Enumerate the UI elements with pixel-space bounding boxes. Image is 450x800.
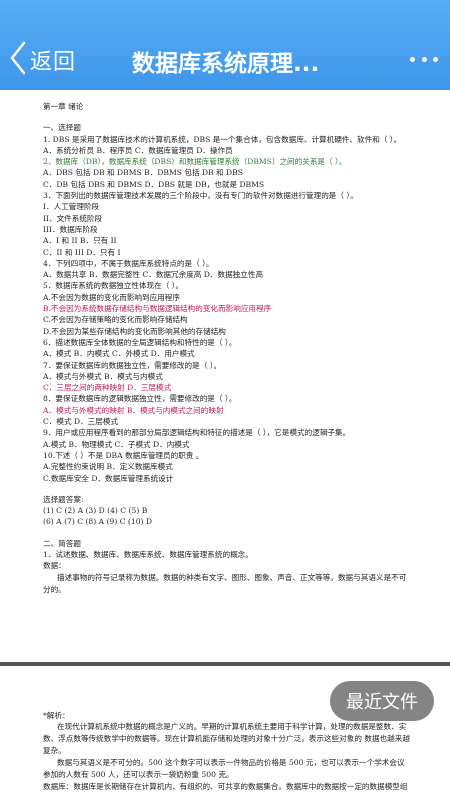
document-line: A．数据共享 B．数据完整性 C．数据冗余度高 D．数据独立性高 bbox=[43, 270, 264, 280]
chevron-left-icon bbox=[10, 41, 26, 79]
document-line: III．数据库阶段 bbox=[43, 224, 98, 234]
document-line: C．模式 D．三层模式 bbox=[43, 417, 119, 427]
more-button[interactable] bbox=[410, 52, 438, 66]
top-bar: 返回 数据库系统原理... bbox=[0, 0, 450, 90]
more-dots-icon bbox=[421, 56, 427, 62]
document-line: C．三层之间的两种映射 D．三层模式 bbox=[43, 383, 172, 393]
document-page-1: 第一章 绪论 一、选择题 1. DBS 是采用了数据库技术的计算机系统，DBS 是一… bbox=[0, 90, 450, 660]
document-line: C．II 和 III D．只有 I bbox=[43, 247, 121, 257]
document-line: B.不会因为系统数据存储结构与数据逻辑结构的变化而影响应用程序 bbox=[43, 304, 272, 314]
document-line: A．模式 B．内模式 C．外模式 D．用户模式 bbox=[43, 349, 195, 359]
document-line: 1．试述数据、数据库、数据库系统、数据库管理系统的概念。 bbox=[43, 549, 253, 559]
document-line: A.不会因为数据的变化而影响到应用程序 bbox=[43, 292, 180, 302]
document-line: D.不会因为某些存储结构的变化而影响其他的存储结构 bbox=[43, 326, 226, 336]
recent-files-button[interactable]: 最近文件 bbox=[330, 681, 434, 721]
document-line: 2．数据库（DB），数据库系统（DBS）和数据库管理系统（DBMS）之间的关系是… bbox=[43, 157, 347, 167]
document-line: 5．数据库系统的数据独立性体现在（ ）。 bbox=[43, 281, 184, 291]
back-button[interactable]: 返回 bbox=[10, 41, 77, 79]
more-dots-icon bbox=[410, 56, 415, 62]
document-line: 1. DBS 是采用了数据库技术的计算机系统，DBS 是一个集合体，包含数据库、… bbox=[43, 134, 402, 144]
document-line: A．DBS 包括 DB 和 DBMS B．DBMS 包括 DB 和 DBS bbox=[43, 168, 243, 178]
document-line: 8．要保证数据库的逻辑数据独立性，需要修改的是（ ）。 bbox=[43, 394, 237, 404]
document-line: 7．要保证数据库的数据独立性，需要修改的是（ ）。 bbox=[43, 360, 222, 370]
document-line: 二、简答题 bbox=[43, 538, 81, 548]
document-line: A．模式与外模式的映射 B．模式与内模式之间的映射 bbox=[43, 405, 224, 415]
back-label: 返回 bbox=[30, 50, 77, 75]
analysis-paragraph: 数据与其语义是不可分的。500 这个数字可以表示一件物品的价格是 500 元，也… bbox=[43, 758, 405, 780]
document-line: A.模式 B．物理模式 C．子模式 D．内模式 bbox=[43, 439, 190, 449]
document-line: (1) C (2) A (3) D (4) C (5) B bbox=[43, 506, 148, 516]
document-line: 一、选择题 bbox=[43, 123, 81, 133]
document-line: A．系统分析员 B．程序员 C．数据库管理员 D．操作员 bbox=[43, 145, 233, 155]
more-dots-icon bbox=[433, 56, 438, 62]
document-paragraph: 描述事物的符号记录称为数据。数据的种类有文字、图形、图象、声音、正文等等。数据与… bbox=[43, 572, 407, 594]
document-line: 4．下列四项中，不属于数据库系统特点的是（ ）。 bbox=[43, 258, 214, 268]
document-line: A．模式与外模式 B．模式与内模式 bbox=[43, 371, 163, 381]
document-line: I．人工管理阶段 bbox=[43, 202, 100, 212]
document-line: C.数据库安全 D．数据库管理系统设计 bbox=[43, 473, 174, 483]
analysis-line: 数据库：数据库是长期储存在计算机内、有组织的、可共享的数据集合。数据库中的数据按… bbox=[43, 782, 408, 792]
document-line: A．I 和 II B．只有 II bbox=[43, 236, 117, 246]
document-line: C.不会因为存储策略的变化而影响存储结构 bbox=[43, 315, 188, 325]
document-line: 6．描述数据库全体数据的全局逻辑结构和特性的是（ ）。 bbox=[43, 337, 237, 347]
document-line: 3．下面列出的数据库管理技术发展的三个阶段中，没有专门的软件对数据进行管理的是（… bbox=[43, 191, 358, 201]
analysis-paragraph: 在现代计算机系统中数据的概念是广义的。早期的计算机系统主要用于科学计算，处理的数… bbox=[43, 722, 410, 756]
document-line: A.完整性约束说明 B．定义数据库模式 bbox=[43, 462, 173, 472]
page-title: 数据库系统原理... bbox=[132, 51, 320, 77]
document-line: 9．用户或应用程序看到的那部分局部逻辑结构和特征的描述是（ ），它是模式的逻辑子… bbox=[43, 428, 351, 438]
document-line: 数据： bbox=[43, 561, 66, 571]
document-line: 第一章 绪论 bbox=[43, 102, 84, 111]
document-line: 选择题答案: bbox=[43, 494, 84, 504]
page-divider bbox=[0, 662, 450, 666]
document-line: (6) A (7) C (8) A (9) C (10) D bbox=[43, 517, 153, 527]
document-line: II．文件系统阶段 bbox=[43, 213, 103, 223]
document-line: C．DB 包括 DBS 和 DBMS D．DBS 就是 DB，也就是 DBMS bbox=[43, 179, 265, 189]
document-line: 10.下述（ ）不是 DBA 数据库管理员的职责 。 bbox=[43, 450, 204, 460]
